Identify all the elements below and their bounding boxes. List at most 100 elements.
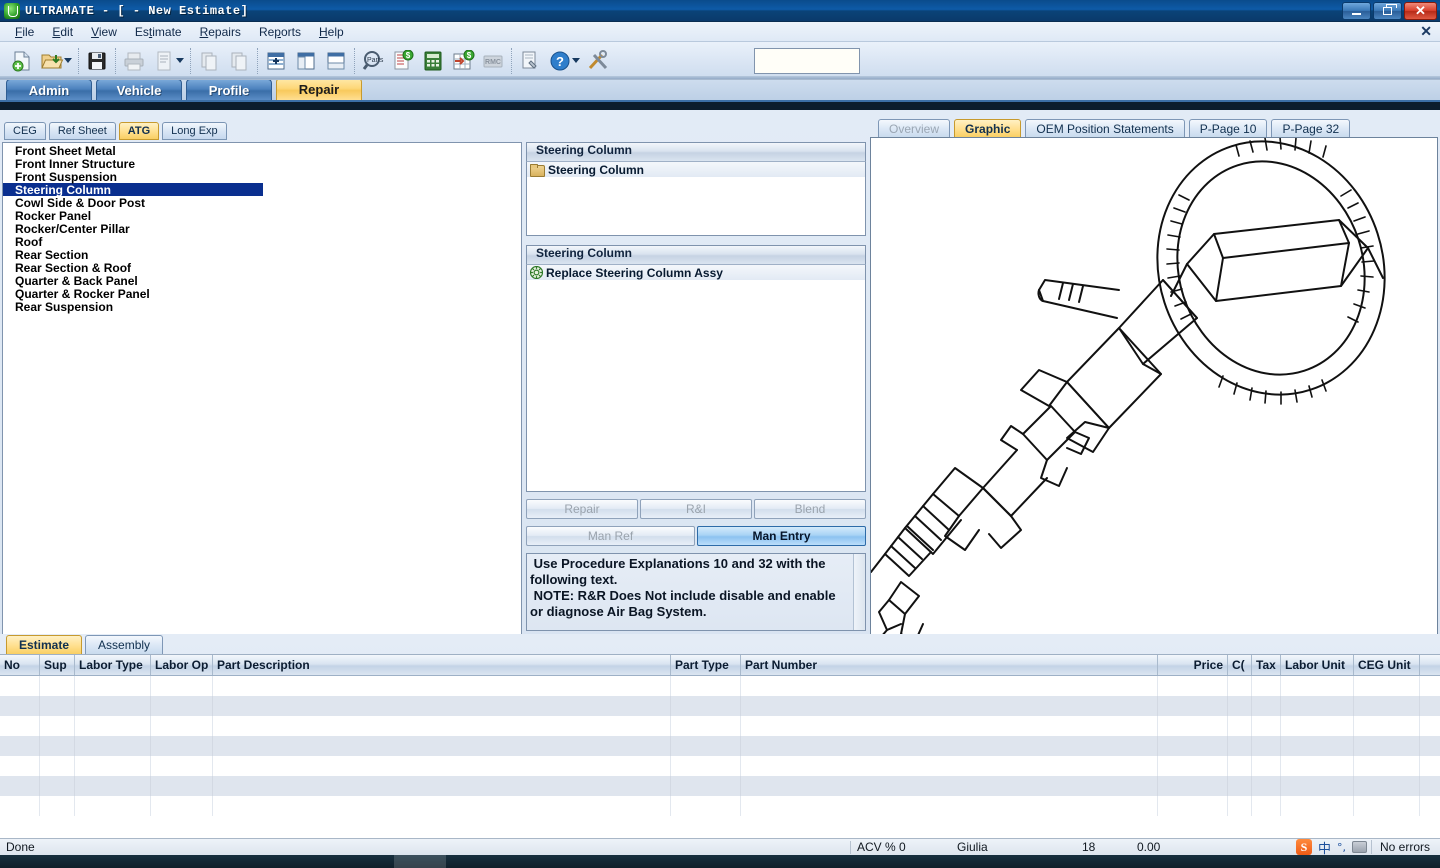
list-item[interactable]: Replace Steering Column Assy — [527, 265, 865, 280]
table-cell[interactable] — [1281, 696, 1354, 716]
table-cell[interactable] — [1252, 716, 1281, 736]
sogou-logo-icon[interactable]: S — [1296, 839, 1312, 855]
table-cell[interactable] — [1281, 716, 1354, 736]
table-cell[interactable] — [741, 696, 1158, 716]
column-header[interactable]: Labor Unit — [1281, 655, 1354, 675]
man-ref-button[interactable]: Man Ref — [526, 526, 695, 546]
search-input[interactable] — [754, 48, 860, 74]
taskbar-item[interactable] — [394, 855, 446, 868]
group-panel-body[interactable]: Steering Column — [526, 162, 866, 236]
table-cell[interactable] — [671, 716, 741, 736]
tab-oem-position-statements[interactable]: OEM Position Statements — [1025, 119, 1184, 138]
table-cell[interactable] — [1252, 796, 1281, 816]
table-row[interactable] — [0, 756, 1440, 776]
table-row[interactable] — [0, 736, 1440, 756]
tab-p-page-32[interactable]: P-Page 32 — [1271, 119, 1350, 138]
open-folder-icon[interactable] — [37, 46, 67, 76]
operation-panel-body[interactable]: Replace Steering Column Assy — [526, 265, 866, 492]
table-cell[interactable] — [1158, 756, 1228, 776]
category-item[interactable]: Steering Column — [3, 183, 263, 196]
table-cell[interactable] — [671, 676, 741, 696]
category-item[interactable]: Front Sheet Metal — [3, 144, 521, 157]
new-estimate-icon[interactable] — [7, 46, 37, 76]
column-header[interactable]: Tax — [1252, 655, 1281, 675]
table-cell[interactable] — [75, 696, 151, 716]
table-cell[interactable] — [1158, 796, 1228, 816]
invoice-dollar-icon[interactable]: $ — [388, 46, 418, 76]
table-cell[interactable] — [671, 696, 741, 716]
menu-estimate[interactable]: Estimate — [126, 24, 191, 40]
table-cell[interactable] — [75, 736, 151, 756]
column-header[interactable]: Labor Op — [151, 655, 213, 675]
ri-button[interactable]: R&I — [640, 499, 752, 519]
tab-vehicle[interactable]: Vehicle — [96, 79, 182, 100]
table-cell[interactable] — [40, 736, 75, 756]
rmc-icon[interactable]: RMC — [478, 46, 508, 76]
table-cell[interactable] — [40, 676, 75, 696]
table-cell[interactable] — [151, 756, 213, 776]
category-item[interactable]: Rear Section & Roof — [3, 261, 521, 274]
minimize-button[interactable] — [1342, 2, 1371, 20]
table-cell[interactable] — [671, 736, 741, 756]
subtab-ceg[interactable]: CEG — [4, 122, 46, 140]
table-cell[interactable] — [1228, 676, 1252, 696]
table-cell[interactable] — [40, 716, 75, 736]
table-cell[interactable] — [1252, 696, 1281, 716]
table-cell[interactable] — [213, 676, 671, 696]
table-cell[interactable] — [0, 696, 40, 716]
table-cell[interactable] — [1281, 796, 1354, 816]
column-header[interactable]: Sup — [40, 655, 75, 675]
menu-reports[interactable]: Reports — [250, 24, 310, 40]
table-cell[interactable] — [671, 776, 741, 796]
table-cell[interactable] — [1228, 756, 1252, 776]
table-cell[interactable] — [1228, 696, 1252, 716]
split-view-icon[interactable] — [291, 46, 321, 76]
restore-button[interactable] — [1373, 2, 1402, 20]
table-cell[interactable] — [40, 696, 75, 716]
subtab-ref-sheet[interactable]: Ref Sheet — [49, 122, 116, 140]
parts-search-icon[interactable]: Parts — [358, 46, 388, 76]
table-cell[interactable] — [1281, 756, 1354, 776]
table-cell[interactable] — [1158, 716, 1228, 736]
ime-punctuation-icon[interactable]: °, — [1337, 841, 1346, 854]
table-cell[interactable] — [151, 796, 213, 816]
tab-graphic[interactable]: Graphic — [954, 119, 1021, 138]
help-icon[interactable]: ? — [545, 46, 575, 76]
category-item[interactable]: Rocker Panel — [3, 209, 521, 222]
table-row[interactable] — [0, 716, 1440, 736]
table-cell[interactable] — [75, 776, 151, 796]
table-cell[interactable] — [213, 756, 671, 776]
category-item[interactable]: Front Suspension — [3, 170, 521, 183]
print-icon[interactable] — [119, 46, 149, 76]
menu-view[interactable]: View — [82, 24, 126, 40]
table-cell[interactable] — [0, 676, 40, 696]
table-cell[interactable] — [1281, 776, 1354, 796]
table-cell[interactable] — [1158, 696, 1228, 716]
table-cell[interactable] — [213, 796, 671, 816]
table-cell[interactable] — [741, 756, 1158, 776]
category-item[interactable]: Roof — [3, 235, 521, 248]
table-cell[interactable] — [1158, 776, 1228, 796]
category-item[interactable]: Quarter & Back Panel — [3, 274, 521, 287]
grid-dollar-icon[interactable]: $ — [448, 46, 478, 76]
table-cell[interactable] — [151, 716, 213, 736]
table-cell[interactable] — [1158, 736, 1228, 756]
graphic-canvas[interactable]: 006-14796 — [870, 137, 1438, 707]
column-header[interactable]: No — [0, 655, 40, 675]
table-cell[interactable] — [1354, 676, 1420, 696]
menu-file[interactable]: File — [6, 24, 43, 40]
category-item[interactable]: Quarter & Rocker Panel — [3, 287, 521, 300]
table-cell[interactable] — [151, 736, 213, 756]
estimate-grid[interactable]: NoSupLabor TypeLabor OpPart DescriptionP… — [0, 654, 1440, 838]
tab-assembly[interactable]: Assembly — [85, 635, 163, 654]
table-cell[interactable] — [671, 796, 741, 816]
table-cell[interactable] — [151, 776, 213, 796]
category-item[interactable]: Rear Suspension — [3, 300, 521, 313]
ime-indicator[interactable]: S 中 °, — [1296, 838, 1371, 857]
table-cell[interactable] — [75, 716, 151, 736]
table-cell[interactable] — [1252, 776, 1281, 796]
list-view-icon[interactable] — [261, 46, 291, 76]
save-disk-icon[interactable] — [82, 46, 112, 76]
category-item[interactable]: Cowl Side & Door Post — [3, 196, 521, 209]
table-cell[interactable] — [741, 736, 1158, 756]
